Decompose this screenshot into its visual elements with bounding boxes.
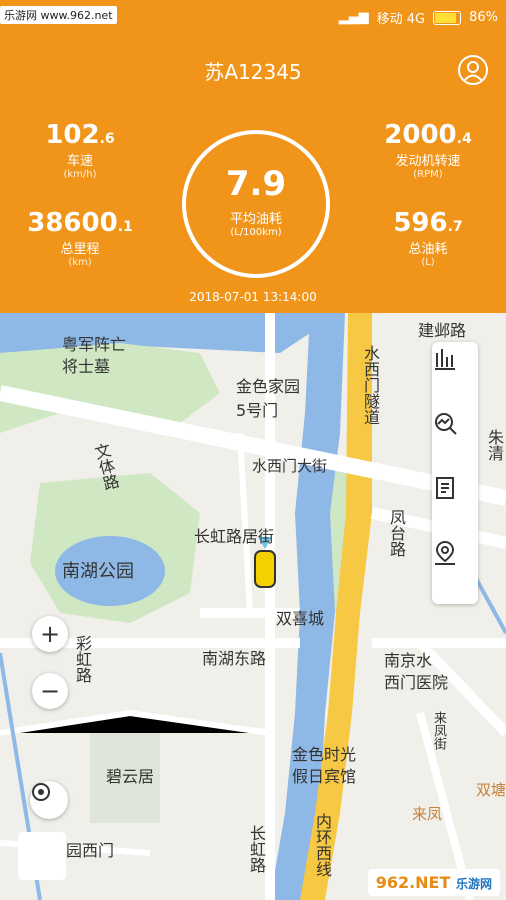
zoom-in-button[interactable]: + bbox=[32, 616, 68, 652]
map-label-fengtai-road: 凤台路 bbox=[387, 509, 406, 557]
map-label-nanjing-hospital: 南京水 bbox=[384, 651, 433, 670]
mileage-metric: 38600.1 总里程 (km) bbox=[20, 208, 140, 268]
watermark-sub: 乐游网 bbox=[455, 877, 492, 891]
map-label-shuiximen-street: 水西门大街 bbox=[252, 457, 328, 475]
battery-icon bbox=[433, 10, 462, 25]
map-label-yuanximen: 园西门 bbox=[66, 841, 115, 860]
speed-decimal: .6 bbox=[99, 131, 115, 147]
map-label-changhong-street: 长虹路居街 bbox=[194, 527, 275, 546]
plate-number: 苏A12345 bbox=[204, 60, 302, 84]
speed-metric: 102.6 车速 (km/h) bbox=[20, 120, 140, 180]
bar-chart-icon[interactable] bbox=[432, 345, 478, 405]
crosshair-icon bbox=[32, 783, 50, 801]
rpm-decimal: .4 bbox=[456, 131, 472, 147]
mileage-decimal: .1 bbox=[117, 219, 133, 235]
map-label-laifeng-street: 来凤街 bbox=[431, 711, 446, 750]
battery-percent: 86% bbox=[469, 10, 498, 25]
top-watermark: 乐游网 www.962.net bbox=[0, 6, 117, 24]
map-label-nanjing-hospital-2: 西门医院 bbox=[384, 673, 449, 692]
fuel-total-decimal: .7 bbox=[447, 219, 463, 235]
mileage-label: 总里程 bbox=[60, 242, 100, 257]
fuel-total-label: 总油耗 bbox=[408, 242, 448, 257]
mileage-unit: (km) bbox=[68, 257, 92, 268]
zoom-out-button[interactable]: − bbox=[32, 673, 68, 709]
map-label-memorial: 粤军阵亡 bbox=[62, 335, 127, 354]
carrier-label: 移动 4G bbox=[376, 12, 426, 27]
rpm-label: 发动机转速 bbox=[395, 154, 461, 169]
fuel-total-unit: (L) bbox=[421, 257, 435, 268]
fuel-total-metric: 596.7 总油耗 (L) bbox=[368, 208, 488, 268]
rpm-metric: 2000.4 发动机转速 (RPM) bbox=[368, 120, 488, 180]
search-chart-icon[interactable] bbox=[432, 410, 478, 470]
location-pin-icon[interactable] bbox=[432, 540, 478, 600]
dashboard-header: 乐游网 www.962.net ▂▄▆ 移动 4G 86% 苏A12345 10… bbox=[0, 0, 506, 313]
map-label-nanhu-park: 南湖公园 bbox=[62, 561, 134, 582]
avg-fuel-label: 平均油耗 bbox=[229, 212, 282, 227]
watermark-brand: 962.NET bbox=[375, 873, 451, 892]
map-label-inner-ring-west: 内环西线 bbox=[313, 813, 332, 877]
map-label-zhuqing: 朱清 bbox=[485, 429, 504, 461]
map-label-holiday-hotel: 假日宾馆 bbox=[292, 767, 357, 786]
map-view[interactable]: 粤军阵亡 将士墓 金色家园 5号门 文体路 水西门大街 长虹路居街 南湖公园 双… bbox=[0, 313, 506, 900]
map-label-gate-5: 5号门 bbox=[236, 401, 279, 420]
avg-fuel-unit: (L/100km) bbox=[230, 227, 282, 238]
map-label-jinse-time: 金色时光 bbox=[292, 745, 357, 764]
map-label-jinse-home: 金色家园 bbox=[236, 377, 301, 396]
map-label-shuangtang: 双塘 bbox=[476, 781, 506, 799]
user-avatar-icon[interactable] bbox=[458, 55, 488, 85]
record-datetime: 2018-07-01 13:14:00 bbox=[189, 290, 317, 304]
map-label-caihong-road: 彩虹路 bbox=[73, 635, 92, 683]
report-icon[interactable] bbox=[432, 475, 478, 535]
rpm-value: 2000 bbox=[384, 120, 457, 150]
map-label-memorial-2: 将士墓 bbox=[62, 357, 111, 376]
map-label-laifeng: 来凤 bbox=[412, 805, 443, 823]
signal-icon: ▂▄▆ bbox=[338, 10, 369, 25]
locate-button[interactable] bbox=[30, 781, 68, 819]
map-label-jianye-road: 建邺路 bbox=[418, 321, 467, 340]
avg-fuel-gauge: 7.9 平均油耗 (L/100km) bbox=[182, 130, 330, 278]
map-tool-panel bbox=[432, 342, 478, 604]
speed-unit: (km/h) bbox=[63, 169, 97, 180]
map-label-shuiximen-tunnel: 水西门隧道 bbox=[361, 345, 380, 425]
status-bar: 乐游网 www.962.net ▂▄▆ 移动 4G 86% bbox=[0, 0, 506, 34]
map-label-changhong-road: 长虹路 bbox=[247, 825, 266, 873]
bottom-watermark: 962.NET 乐游网 bbox=[367, 869, 500, 896]
speed-label: 车速 bbox=[66, 154, 93, 169]
status-icons: ▂▄▆ 移动 4G 86% bbox=[339, 8, 498, 27]
rpm-unit: (RPM) bbox=[413, 169, 443, 180]
speed-value: 102 bbox=[45, 120, 100, 150]
map-label-shuangxi-city: 双喜城 bbox=[276, 609, 325, 628]
bottom-left-placeholder bbox=[18, 832, 66, 880]
avg-fuel-value: 7.9 bbox=[225, 164, 287, 204]
map-label-biyunju: 碧云居 bbox=[106, 767, 155, 786]
mileage-value: 38600 bbox=[27, 208, 118, 238]
fuel-total-value: 596 bbox=[393, 208, 448, 238]
map-label-nanhu-east-road: 南湖东路 bbox=[202, 649, 267, 668]
